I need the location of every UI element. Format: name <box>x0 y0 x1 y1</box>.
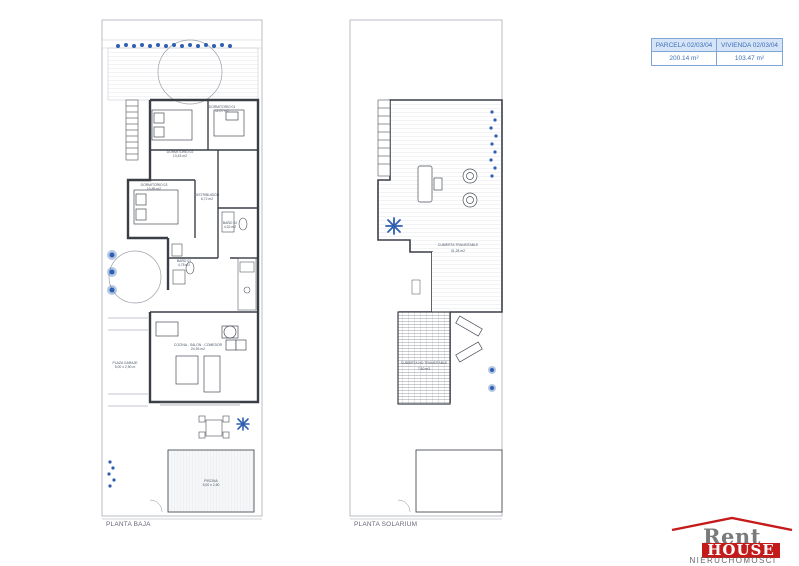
label-cocina-area: 24,93 m2 <box>191 347 205 351</box>
vivienda-value: 103.47 m² <box>734 55 765 62</box>
ground-floor-plan: DORMITORIO 01 11,07 m2 DORMITORIO 02 13,… <box>101 19 263 520</box>
area-summary-table: PARCELA 02/03/04 VIVIENDA 02/03/04 200.1… <box>651 38 783 66</box>
parcela-header: PARCELA 02/03/04 <box>652 39 717 52</box>
solarium-plan: CUBIERTA TRANSITABLE 31,28 m2 CUBIERTA N… <box>349 19 503 520</box>
label-plaza-garaje-area: 5,00 x 2,50 m <box>115 365 136 369</box>
label-dormitorio-02-area: 13,43 m2 <box>173 154 187 158</box>
label-dormitorio-01-area: 11,07 m2 <box>215 109 229 113</box>
ground-floor-title: PLANTA BAJA <box>106 521 151 528</box>
label-cubierta-transitable: CUBIERTA TRANSITABLE <box>438 243 479 247</box>
floor-plan-drawing: DORMITORIO 01 11,07 m2 DORMITORIO 02 13,… <box>101 19 503 520</box>
label-bano-02-area: 4,32 m2 <box>224 225 236 229</box>
label-cubierta-transitable-area: 31,28 m2 <box>451 249 465 253</box>
rent-house-logo: Rent HOUSE NIERUCHOMOŚCI <box>668 516 796 565</box>
solarium-title: PLANTA SOLARIUM <box>354 521 418 528</box>
label-bano-01-area: 4,78 m2 <box>178 263 190 267</box>
label-piscina-area: 5,00 x 2,50 <box>203 483 220 487</box>
label-distribuidor-area: 6,72 m2 <box>201 197 213 201</box>
label-cubierta-no-transitable-area: 7,50 m2 <box>418 367 430 371</box>
label-cubierta-no-transitable: CUBIERTA NO TRANSITABLE <box>401 361 448 365</box>
label-dormitorio-03-area: 10,85 m2 <box>147 187 161 191</box>
parcela-value: 200.14 m² <box>652 52 717 65</box>
vivienda-header: VIVIENDA 02/03/04 <box>717 39 782 52</box>
